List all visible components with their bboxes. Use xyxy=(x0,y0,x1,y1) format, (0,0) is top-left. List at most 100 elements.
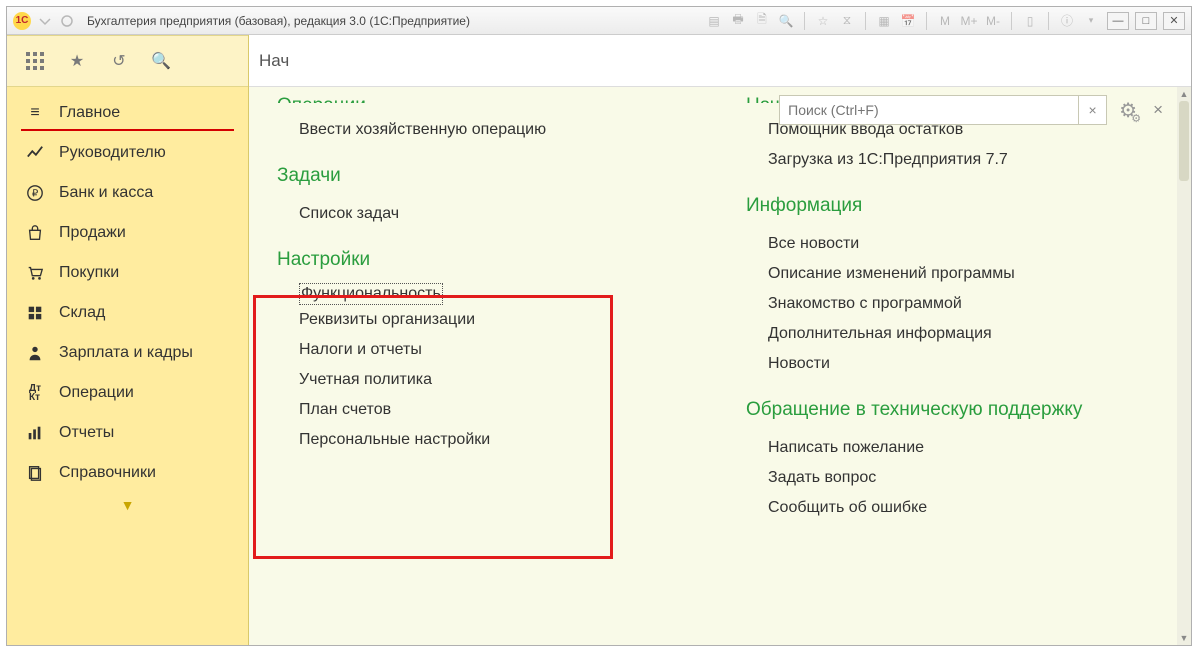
sidebar-item-label: Банк и касса xyxy=(59,184,153,202)
print-icon[interactable]: 🖶 xyxy=(728,11,748,31)
boxes-icon xyxy=(25,303,45,323)
circle-icon[interactable] xyxy=(59,13,75,29)
favorites-icon[interactable]: ★ xyxy=(67,51,87,71)
sidebar-item-label: Операции xyxy=(59,384,134,402)
sub-header: Нач xyxy=(249,35,1191,87)
sidebar-item-label: Продажи xyxy=(59,224,126,242)
panel-icon[interactable]: ▯ xyxy=(1020,11,1040,31)
link-taxes[interactable]: Налоги и отчеты xyxy=(277,335,706,365)
subheader-stub: Нач xyxy=(259,51,303,71)
sidebar-item-label: Склад xyxy=(59,304,105,322)
link-bug[interactable]: Сообщить об ошибке xyxy=(746,493,1175,523)
link-changes[interactable]: Описание изменений программы xyxy=(746,259,1175,289)
cart-icon xyxy=(25,263,45,283)
sidebar-item-hr[interactable]: Зарплата и кадры xyxy=(7,333,248,373)
history-icon[interactable]: ↺ xyxy=(109,51,129,71)
sidebar-item-reports[interactable]: Отчеты xyxy=(7,413,248,453)
m-button[interactable]: M xyxy=(935,11,955,31)
section-info-title: Информация xyxy=(746,195,1175,217)
docs-icon xyxy=(25,463,45,483)
sidebar-tools: ★ ↺ 🔍 xyxy=(7,35,248,87)
link-tutorial[interactable]: Знакомство с программой xyxy=(746,289,1175,319)
clock-icon[interactable]: ⧖ xyxy=(837,11,857,31)
section-settings-title: Настройки xyxy=(277,249,706,271)
link-news[interactable]: Новости xyxy=(746,349,1175,379)
sidebar-item-label: Главное xyxy=(59,104,120,122)
search-input[interactable] xyxy=(779,95,1079,125)
m-minus-button[interactable]: M- xyxy=(983,11,1003,31)
sidebar-item-warehouse[interactable]: Склад xyxy=(7,293,248,333)
info-icon[interactable]: ⓘ xyxy=(1057,11,1077,31)
link-functionality[interactable]: Функциональность xyxy=(299,283,443,305)
close-button[interactable]: ✕ xyxy=(1163,12,1185,30)
sidebar-nav: ≡ Главное Руководителю ₽ Банк и касса Пр… xyxy=(7,87,248,645)
svg-text:₽: ₽ xyxy=(32,189,39,200)
titlebar: 1С Бухгалтерия предприятия (базовая), ре… xyxy=(7,7,1191,35)
window-title: Бухгалтерия предприятия (базовая), редак… xyxy=(87,14,470,28)
scroll-down-icon[interactable]: ▼ xyxy=(1177,631,1191,645)
sidebar-item-label: Отчеты xyxy=(59,424,114,442)
link-more-info[interactable]: Дополнительная информация xyxy=(746,319,1175,349)
link-org-details[interactable]: Реквизиты организации xyxy=(277,305,706,335)
person-icon xyxy=(25,343,45,363)
sidebar-item-purchases[interactable]: Покупки xyxy=(7,253,248,293)
chart-icon xyxy=(25,423,45,443)
sidebar-item-label: Покупки xyxy=(59,264,119,282)
m-plus-button[interactable]: M+ xyxy=(959,11,979,31)
scrollbar[interactable]: ▲ ▼ xyxy=(1177,87,1191,645)
sidebar-item-main[interactable]: ≡ Главное xyxy=(7,93,248,133)
sidebar-item-operations[interactable]: ДтКт Операции xyxy=(7,373,248,413)
bag-icon xyxy=(25,223,45,243)
ruble-icon: ₽ xyxy=(25,183,45,203)
main-area: Нач × ⚙ × Операции Ввести хозяйственную … xyxy=(249,35,1191,645)
dtkt-icon: ДтКт xyxy=(25,383,45,403)
link-task-list[interactable]: Список задач xyxy=(277,199,706,229)
calc-icon[interactable]: ▦ xyxy=(874,11,894,31)
link-personal-settings[interactable]: Персональные настройки xyxy=(277,425,706,455)
section-operations-title: Операции xyxy=(277,95,706,103)
scroll-up-icon[interactable]: ▲ xyxy=(1177,87,1191,101)
apps-icon[interactable] xyxy=(25,51,45,71)
minimize-button[interactable]: — xyxy=(1107,12,1129,30)
calendar-icon[interactable]: 📅 xyxy=(898,11,918,31)
sidebar-item-label: Зарплата и кадры xyxy=(59,344,193,362)
right-column: Начало работы Помощник ввода остатков За… xyxy=(746,95,1175,629)
star-icon[interactable]: ☆ xyxy=(813,11,833,31)
search-clear-button[interactable]: × xyxy=(1079,95,1107,125)
link-ask[interactable]: Задать вопрос xyxy=(746,463,1175,493)
link-feedback[interactable]: Написать пожелание xyxy=(746,433,1175,463)
trend-icon xyxy=(25,143,45,163)
sidebar-item-references[interactable]: Справочники xyxy=(7,453,248,493)
sidebar-item-bank[interactable]: ₽ Банк и касса xyxy=(7,173,248,213)
doc-icon[interactable]: 🗎 xyxy=(752,11,772,31)
search-icon[interactable]: 🔍 xyxy=(151,51,171,71)
app-logo: 1С xyxy=(13,12,31,30)
sidebar-item-sales[interactable]: Продажи xyxy=(7,213,248,253)
sidebar: ★ ↺ 🔍 ≡ Главное Руководителю ₽ Банк и ка… xyxy=(7,35,249,645)
link-all-news[interactable]: Все новости xyxy=(746,229,1175,259)
section-support-title: Обращение в техническую поддержку xyxy=(746,399,1175,421)
link-operation-enter[interactable]: Ввести хозяйственную операцию xyxy=(277,115,706,145)
zoom-icon[interactable]: 🔍 xyxy=(776,11,796,31)
maximize-button[interactable]: □ xyxy=(1135,12,1157,30)
left-column: Операции Ввести хозяйственную операцию З… xyxy=(277,95,706,629)
content-panel: × ⚙ × Операции Ввести хозяйственную опер… xyxy=(249,87,1191,645)
gear-icon[interactable]: ⚙ xyxy=(1119,98,1137,123)
scroll-thumb[interactable] xyxy=(1179,101,1189,181)
sidebar-item-label: Руководителю xyxy=(59,144,166,162)
link-import-77[interactable]: Загрузка из 1С:Предприятия 7.7 xyxy=(746,145,1175,175)
sidebar-scroll-down[interactable]: ▼ xyxy=(7,493,248,517)
app-window: 1С Бухгалтерия предприятия (базовая), ре… xyxy=(6,6,1192,646)
sidebar-item-label: Справочники xyxy=(59,464,156,482)
preview-icon[interactable]: ▤ xyxy=(704,11,724,31)
titlebar-right: ▤ 🖶 🗎 🔍 ☆ ⧖ ▦ 📅 M M+ M- ▯ ⓘ ▾ — □ ✕ xyxy=(704,11,1185,31)
close-panel-button[interactable]: × xyxy=(1149,100,1167,120)
sidebar-item-manager[interactable]: Руководителю xyxy=(7,133,248,173)
info-dropdown-icon[interactable]: ▾ xyxy=(1081,11,1101,31)
section-tasks-title: Задачи xyxy=(277,165,706,187)
link-chart-accounts[interactable]: План счетов xyxy=(277,395,706,425)
menu-icon: ≡ xyxy=(25,103,45,123)
search-wrap: × xyxy=(779,95,1107,125)
link-acct-policy[interactable]: Учетная политика xyxy=(277,365,706,395)
dropdown-icon[interactable] xyxy=(37,13,53,29)
